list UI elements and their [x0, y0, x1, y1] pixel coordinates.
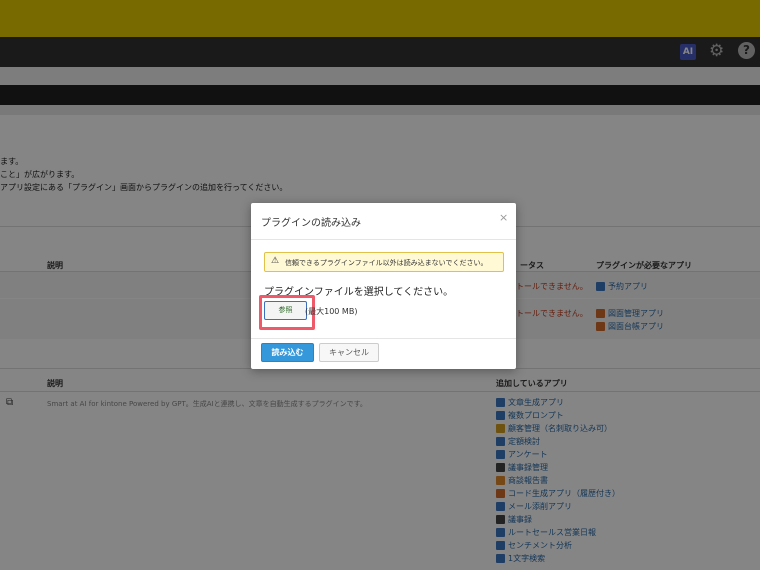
- cancel-button[interactable]: キャンセル: [319, 343, 379, 362]
- warning-icon: ⚠: [271, 256, 280, 266]
- dialog-divider: [251, 338, 516, 339]
- load-button[interactable]: 読み込む: [261, 343, 314, 362]
- plugin-import-dialog: プラグインの読み込み × ⚠ 信頼できるプラグインファイル以外は読み込まないでく…: [251, 203, 516, 369]
- warning-text: 信頼できるプラグインファイル以外は読み込まないでください。: [285, 259, 488, 267]
- close-icon[interactable]: ×: [499, 211, 508, 224]
- file-size-limit: (最大100 MB): [305, 307, 358, 316]
- browse-button[interactable]: 参照: [264, 301, 307, 320]
- warning-box: ⚠ 信頼できるプラグインファイル以外は読み込まないでください。: [264, 252, 504, 272]
- dialog-title: プラグインの読み込み: [261, 218, 361, 229]
- dialog-divider: [251, 239, 516, 240]
